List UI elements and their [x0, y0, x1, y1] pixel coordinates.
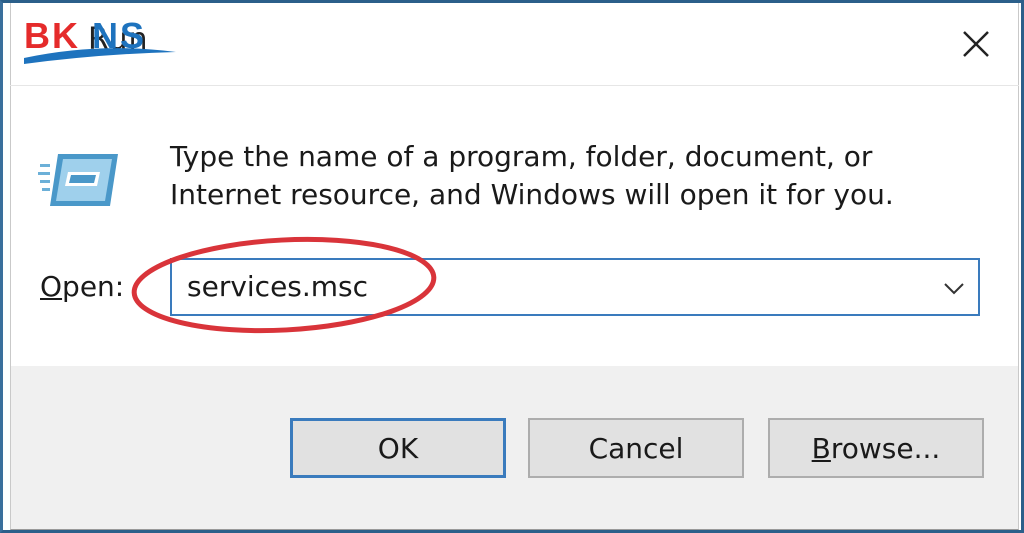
chevron-down-icon[interactable]	[940, 274, 968, 302]
close-button[interactable]	[948, 16, 1004, 72]
highlight-annotation	[131, 236, 437, 334]
open-label-rest: pen:	[62, 270, 125, 303]
title-bar-separator	[10, 85, 1019, 86]
open-label: Open:	[40, 270, 124, 303]
cancel-button[interactable]: Cancel	[528, 418, 744, 478]
svg-text:BK: BK	[24, 15, 80, 56]
close-icon	[963, 31, 989, 57]
browse-button[interactable]: Browse...	[768, 418, 984, 478]
browse-mnemonic: B	[811, 431, 831, 465]
ok-button[interactable]: OK	[290, 418, 506, 478]
run-program-icon	[38, 154, 118, 206]
browse-label-rest: rowse...	[830, 431, 941, 465]
dialog-description: Type the name of a program, folder, docu…	[170, 140, 894, 211]
open-label-mnemonic: O	[40, 270, 63, 303]
bkns-logo: BK NS	[24, 15, 176, 64]
